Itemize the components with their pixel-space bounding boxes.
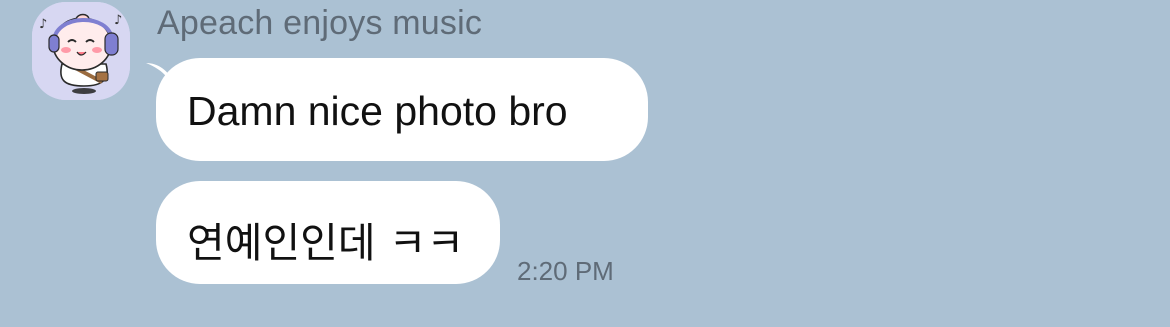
message-text: Damn nice photo bro [187,88,568,134]
message-text: 연예인인데 ㅋㅋ [187,219,465,267]
sender-avatar[interactable]: ♪ ♪ [32,2,130,100]
message-timestamp: 2:20 PM [517,256,614,286]
message-bubble[interactable]: Damn nice photo bro [156,58,648,161]
sender-name: Apeach enjoys music [157,4,483,42]
svg-text:♪: ♪ [39,17,47,32]
message-bubble[interactable]: 연예인인데 ㅋㅋ [156,181,500,284]
apeach-headphones-icon: ♪ ♪ [32,2,130,100]
svg-text:♪: ♪ [114,13,122,28]
